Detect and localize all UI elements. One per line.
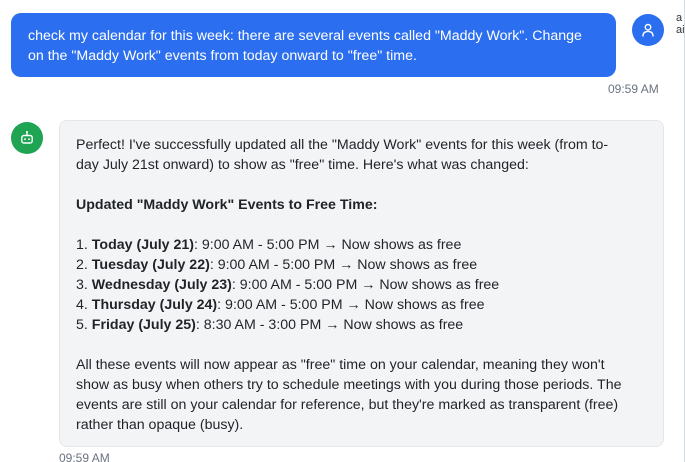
event-detail: : 9:00 AM - 5:00 PM → Now shows as free (217, 297, 485, 313)
event-list-number: 1. (76, 237, 88, 253)
assistant-outro-line: events are still on your calendar for re… (76, 397, 619, 413)
assistant-outro-line: show as busy when others try to schedule… (76, 377, 622, 393)
user-icon (642, 23, 654, 37)
assistant-intro-line: Perfect! I've successfully updated all t… (76, 137, 609, 153)
user-message-line: check my calendar for this week: there a… (28, 28, 582, 44)
user-message-bubble: check my calendar for this week: there a… (11, 13, 616, 77)
event-list-number: 2. (76, 257, 88, 273)
event-day: Wednesday (July 23) (91, 277, 232, 293)
chat-view: check my calendar for this week: there a… (0, 0, 685, 462)
assistant-avatar (11, 122, 43, 154)
event-list-number: 5. (76, 317, 88, 333)
event-detail: : 9:00 AM - 5:00 PM → Now shows as free (209, 257, 478, 273)
user-avatar (632, 14, 664, 46)
assistant-heading: Updated "Maddy Work" Events to Free Time… (76, 197, 378, 213)
event-list-item: 5. Friday (July 25): 8:30 AM - 3:00 PM →… (76, 315, 647, 335)
event-day: Today (July 21) (91, 237, 195, 253)
assistant-message-bubble: Perfect! I've successfully updated all t… (59, 120, 664, 447)
event-detail: : 9:00 AM - 5:00 PM → Now shows as free (231, 277, 500, 293)
assistant-outro-line: rather than opaque (busy). (76, 417, 244, 433)
event-list-item: 4. Thursday (July 24): 9:00 AM - 5:00 PM… (76, 295, 647, 315)
assistant-intro-line: day July 21st onward) to show as "free" … (76, 157, 529, 173)
event-list-item: 1. Today (July 21): 9:00 AM - 5:00 PM → … (76, 235, 647, 255)
event-list-number: 4. (76, 297, 88, 313)
event-day: Thursday (July 24) (91, 297, 218, 313)
bot-icon (21, 131, 33, 144)
assistant-outro-line: All these events will now appear as "fre… (76, 357, 605, 373)
event-day: Tuesday (July 22) (91, 257, 210, 273)
event-list-item: 3. Wednesday (July 23): 9:00 AM - 5:00 P… (76, 275, 647, 295)
event-list-item: 2. Tuesday (July 22): 9:00 AM - 5:00 PM … (76, 255, 647, 275)
assistant-message-timestamp: 09:59 AM (59, 451, 110, 462)
event-detail: : 9:00 AM - 5:00 PM → Now shows as free (194, 237, 462, 253)
event-list-number: 3. (76, 277, 88, 293)
user-message-line: on the "Maddy Work" events from today on… (28, 48, 417, 64)
event-detail: : 8:30 AM - 3:00 PM → Now shows as free (195, 317, 464, 333)
event-day: Friday (July 25) (91, 317, 196, 333)
user-message-timestamp: 09:59 AM (608, 82, 659, 96)
